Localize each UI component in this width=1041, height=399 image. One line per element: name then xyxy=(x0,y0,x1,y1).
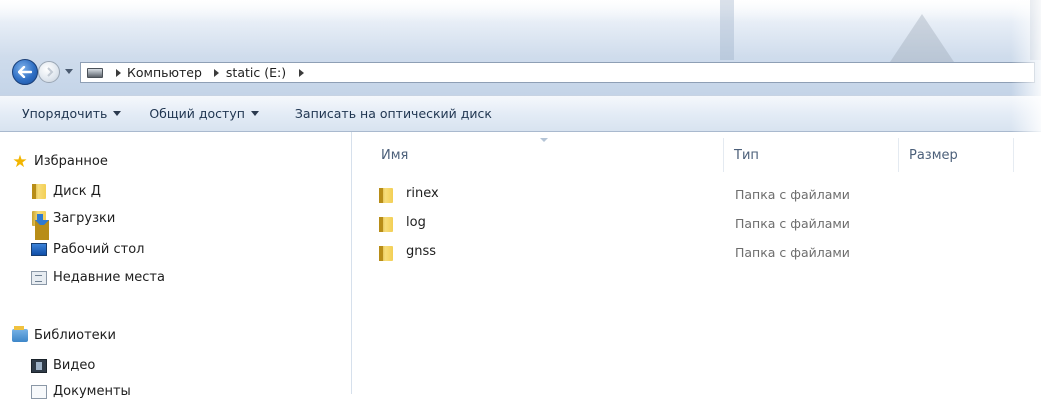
file-name: gnss xyxy=(406,244,437,259)
sidebar-item-libraries[interactable]: Библиотеки xyxy=(12,326,116,343)
file-type: Папка с файлами xyxy=(735,245,850,260)
share-button[interactable]: Общий доступ xyxy=(149,106,259,121)
burn-disc-button[interactable]: Записать на оптический диск xyxy=(295,106,492,121)
sidebar-item-label: Видео xyxy=(53,358,96,373)
breadcrumb-drive-e[interactable]: static (E:) xyxy=(226,65,286,80)
star-icon: ★ xyxy=(12,151,28,172)
sidebar-item-desktop[interactable]: Рабочий стол xyxy=(31,242,144,257)
background-artifact xyxy=(1030,0,1041,60)
sidebar-item-label: Рабочий стол xyxy=(53,242,145,257)
background-artifact xyxy=(720,0,734,60)
file-type: Папка с файлами xyxy=(735,187,850,202)
drive-icon xyxy=(87,67,103,78)
sidebar-item-downloads[interactable]: Загрузки xyxy=(31,211,116,240)
organize-button[interactable]: Упорядочить xyxy=(22,106,122,121)
column-divider[interactable] xyxy=(723,138,724,172)
background-artifact xyxy=(890,14,954,62)
back-arrow-icon xyxy=(18,66,32,78)
chevron-down-icon xyxy=(113,111,122,116)
breadcrumb-separator-icon[interactable] xyxy=(296,69,306,77)
column-header-type[interactable]: Тип xyxy=(734,148,759,163)
sidebar-item-favorites[interactable]: ★ Избранное xyxy=(12,151,108,172)
sidebar-item-label: Избранное xyxy=(34,154,108,169)
folder-icon xyxy=(379,188,393,203)
address-bar[interactable]: Компьютер static (E:) xyxy=(80,62,1035,83)
breadcrumb-separator-icon[interactable] xyxy=(113,69,123,77)
downloads-icon xyxy=(32,211,49,240)
window-frame: Компьютер static (E:) xyxy=(0,0,1041,95)
file-type: Папка с файлами xyxy=(735,216,850,231)
command-bar: Упорядочить Общий доступ Записать на опт… xyxy=(0,95,1041,132)
video-icon xyxy=(31,358,47,373)
recent-places-icon xyxy=(31,270,47,285)
sidebar-item-label: Загрузки xyxy=(53,211,116,226)
folder-icon xyxy=(32,184,46,199)
navigation-pane: ★ Избранное Диск Д Загрузки Рабочий стол… xyxy=(0,132,352,399)
back-button[interactable] xyxy=(12,59,38,85)
burn-disc-label: Записать на оптический диск xyxy=(294,106,492,121)
file-list: Имя Тип Размер rinex Папка с файлами log… xyxy=(353,132,1041,394)
desktop-icon xyxy=(31,243,47,256)
file-name: rinex xyxy=(406,186,439,201)
sidebar-item-label: Библиотеки xyxy=(34,328,116,343)
list-item[interactable]: rinex Папка с файлами xyxy=(353,184,1041,206)
sidebar-item-label: Диск Д xyxy=(53,184,101,199)
column-divider[interactable] xyxy=(1013,138,1014,172)
sidebar-item-video[interactable]: Видео xyxy=(31,358,95,373)
breadcrumb-separator-icon[interactable] xyxy=(212,69,222,77)
organize-label: Упорядочить xyxy=(22,106,108,121)
sidebar-item-label: Документы xyxy=(53,384,131,399)
folder-icon xyxy=(379,246,393,261)
breadcrumb-computer[interactable]: Компьютер xyxy=(127,65,202,80)
sidebar-item-label: Недавние места xyxy=(53,270,165,285)
sidebar-item-recent-places[interactable]: Недавние места xyxy=(31,270,165,285)
documents-icon xyxy=(31,384,47,399)
sidebar-item-disk-d[interactable]: Диск Д xyxy=(31,184,101,199)
column-header-size[interactable]: Размер xyxy=(909,148,958,163)
share-label: Общий доступ xyxy=(149,106,245,121)
folder-icon xyxy=(379,217,393,232)
forward-arrow-icon xyxy=(47,67,54,77)
libraries-icon xyxy=(12,326,28,342)
list-item[interactable]: log Папка с файлами xyxy=(353,213,1041,235)
column-header-name[interactable]: Имя xyxy=(381,148,408,163)
sort-indicator-icon xyxy=(540,138,548,142)
file-name: log xyxy=(406,215,426,230)
column-divider[interactable] xyxy=(898,138,899,172)
history-dropdown-button[interactable] xyxy=(63,63,75,79)
sidebar-item-documents[interactable]: Документы xyxy=(31,384,131,399)
window-top-glow xyxy=(0,0,1041,22)
forward-button[interactable] xyxy=(38,61,60,83)
list-item[interactable]: gnss Папка с файлами xyxy=(353,242,1041,264)
chevron-down-icon xyxy=(250,111,259,116)
